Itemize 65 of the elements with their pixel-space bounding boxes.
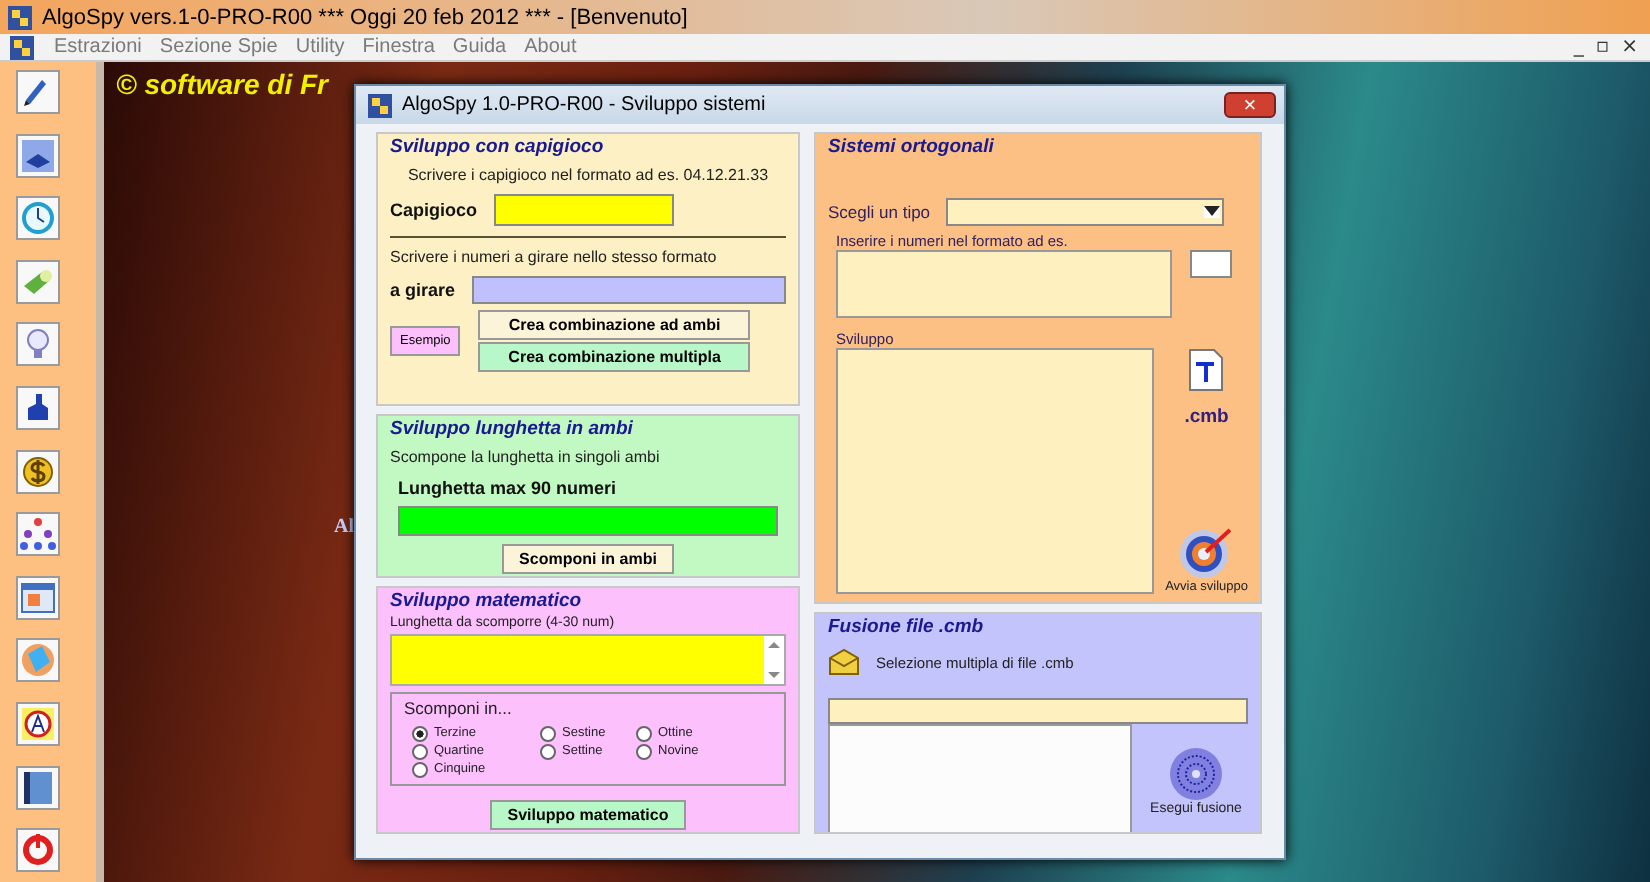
toolbar-button[interactable]	[16, 701, 60, 746]
menu-item[interactable]: Finestra	[362, 36, 435, 58]
hierarchy-icon	[18, 514, 58, 555]
toolbar-button[interactable]	[16, 512, 60, 557]
power-icon	[18, 830, 58, 871]
radio-button[interactable]	[412, 761, 428, 777]
letter-a-icon	[18, 703, 58, 744]
text-file-icon[interactable]	[1188, 348, 1225, 392]
instruction-text: Scrivere i numeri a girare nello stesso formato	[390, 248, 719, 266]
input-field[interactable]	[1190, 250, 1232, 278]
window-control-button[interactable]: ▫	[1591, 37, 1614, 57]
panel-title: Sviluppo matematico	[390, 590, 584, 612]
app-icon	[6, 3, 34, 31]
window-control-button[interactable]: ×	[1617, 37, 1642, 57]
copyright-text: © software di Fr	[116, 68, 328, 100]
file-extension-label: .cmb	[1184, 406, 1229, 428]
menu-item[interactable]: Utility	[295, 36, 345, 58]
dialog-title: AlgoSpy 1.0-PRO-R00 - Sviluppo sistemi	[402, 94, 766, 116]
dropdown-arrow-icon	[1204, 206, 1221, 218]
action-button[interactable]: Sviluppo matematico	[489, 800, 687, 830]
menu-item[interactable]: Estrazioni	[54, 36, 142, 58]
close-button[interactable]: ×	[1224, 92, 1276, 118]
radio-button[interactable]	[412, 743, 428, 759]
menu-item[interactable]: Guida	[452, 36, 507, 58]
window-control-button[interactable]: _	[1569, 37, 1588, 57]
menu-item[interactable]: About	[524, 36, 577, 58]
instruction-text: Scrivere i capigioco nel formato ad es. 04.12.21.33	[405, 166, 771, 184]
radio-button[interactable]	[636, 743, 652, 759]
input-field[interactable]	[828, 698, 1248, 724]
dropdown[interactable]	[946, 198, 1225, 226]
target-icon[interactable]	[1178, 524, 1235, 580]
envelope-icon[interactable]	[828, 648, 860, 676]
clock-icon	[18, 198, 58, 239]
input-field[interactable]	[398, 506, 778, 536]
radio-button[interactable]	[636, 725, 652, 741]
field-label: Capigioco	[390, 200, 478, 220]
instruction-text: Scompone la lunghetta in singoli ambi	[390, 448, 662, 466]
panel-title: Fusione file .cmb	[828, 616, 986, 638]
menu-item[interactable]: Sezione Spie	[159, 36, 278, 58]
spiral-icon[interactable]	[1168, 746, 1224, 802]
logo-text: Al	[334, 516, 354, 538]
field-label: Lunghetta max 90 numeri	[396, 478, 619, 498]
input-field[interactable]	[493, 194, 674, 226]
app-title: AlgoSpy vers.1-0-PRO-R00 *** Oggi 20 feb 2012 *** - [Benvenuto]	[42, 5, 688, 29]
action-button[interactable]: Crea combinazione ad ambi	[478, 310, 751, 340]
scrollbar-icon	[764, 636, 784, 684]
panel-title: Sviluppo con capigioco	[390, 136, 606, 158]
list-box[interactable]	[828, 724, 1132, 832]
toolbar-button[interactable]	[16, 449, 60, 494]
input-field[interactable]	[471, 276, 786, 304]
dollar-icon	[18, 451, 58, 492]
panel-title: Sviluppo lunghetta in ambi	[390, 418, 635, 440]
field-label: Scegli un tipo	[828, 202, 931, 222]
toolbar-button[interactable]	[16, 70, 60, 114]
app-icon[interactable]	[8, 33, 36, 61]
panel-title: Sistemi ortogonali	[828, 136, 996, 158]
action-button[interactable]: Crea combinazione multipla	[478, 342, 751, 372]
radio-button[interactable]	[540, 725, 556, 741]
calendar-icon	[18, 577, 58, 618]
action-button[interactable]: Scomponi in ambi	[501, 544, 675, 574]
radio-button[interactable]	[540, 743, 556, 759]
group-title: Scomponi in...	[404, 698, 514, 718]
app-icon	[366, 91, 394, 119]
radio-button[interactable]	[412, 725, 428, 741]
field-label: a girare	[390, 280, 456, 300]
